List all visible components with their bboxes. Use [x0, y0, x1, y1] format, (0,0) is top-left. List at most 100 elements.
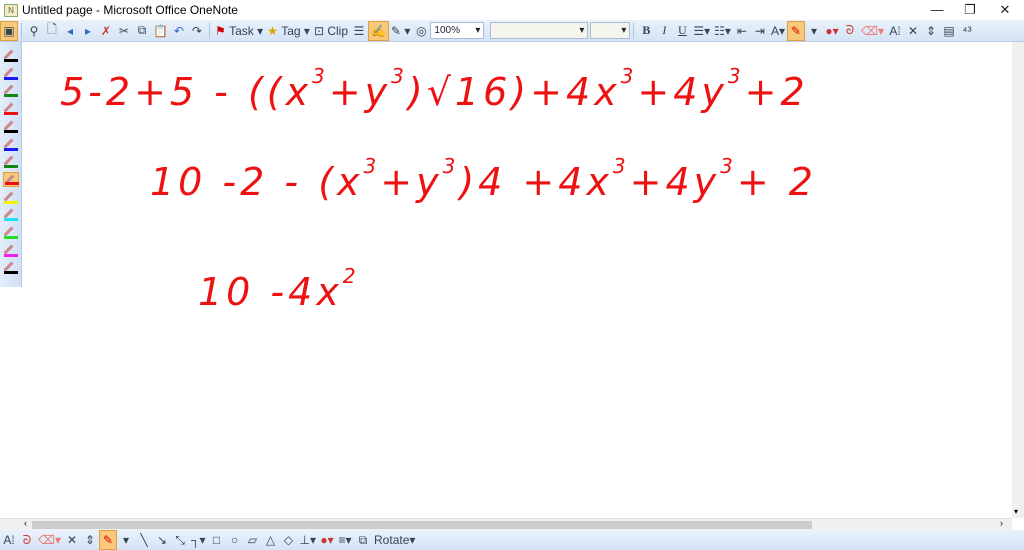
lasso-select-button[interactable]: ᘐ — [18, 530, 36, 550]
pen-4[interactable] — [3, 101, 19, 116]
font-select[interactable]: ▾ — [490, 22, 589, 39]
table-button[interactable]: ☰ — [350, 21, 368, 41]
pen-9[interactable] — [3, 190, 19, 205]
line-tool[interactable]: ╲ — [135, 530, 153, 550]
delete-page-button[interactable]: ✗ — [97, 21, 115, 41]
pen-icon — [3, 226, 14, 237]
decrease-indent-button[interactable]: ⇤ — [733, 21, 751, 41]
pen-color-swatch — [4, 76, 18, 80]
restore-button[interactable]: ❐ — [953, 0, 987, 20]
notebook-button[interactable]: ▤ — [940, 21, 958, 41]
pen-color-swatch — [4, 236, 18, 239]
rectangle-tool[interactable]: □ — [208, 530, 226, 550]
double-arrow-tool[interactable]: ⤡ — [171, 530, 189, 550]
pen-6[interactable] — [3, 137, 19, 152]
pen-icon — [3, 49, 14, 60]
pen-color-swatch — [4, 147, 18, 151]
diamond-tool[interactable]: ◇ — [280, 530, 298, 550]
pen-11[interactable] — [3, 225, 19, 240]
onenote-icon: N — [4, 3, 18, 17]
increase-indent-button[interactable]: ⇥ — [751, 21, 769, 41]
numbering-button[interactable]: ☷▾ — [712, 21, 733, 41]
underline-button[interactable]: U — [673, 21, 691, 41]
ink-mode-button[interactable]: ✍ — [368, 20, 389, 41]
insert-space-vertical-button[interactable]: ⇕ — [81, 530, 99, 550]
undo-button[interactable]: ↶ — [170, 21, 188, 41]
pen-icon — [3, 67, 14, 78]
rotate-button[interactable]: Rotate ▾ — [372, 530, 417, 550]
font-color-button[interactable]: A▾ — [769, 21, 787, 41]
tag-button[interactable]: ★ Tag ▾ — [265, 21, 312, 41]
pen-color-swatch — [4, 59, 18, 62]
flag-icon: ⚑ — [214, 23, 226, 38]
task-button[interactable]: ⚑ Task ▾ — [213, 21, 265, 41]
color-picker-button[interactable]: ●▾ — [823, 21, 841, 41]
line-weight-button[interactable]: ≡▾ — [336, 530, 354, 550]
research-button[interactable]: ◎ — [412, 21, 430, 41]
italic-button[interactable]: I — [655, 21, 673, 41]
full-page-view-button[interactable]: ▣ — [0, 20, 18, 41]
ink-line-3: 10 -4x2 — [198, 264, 360, 314]
eraser-button[interactable]: ⌫▾ — [859, 21, 886, 41]
pen-icon — [3, 244, 14, 255]
drawing-toolbar: A⁞ ᘐ ⌫▾ ✕ ⇕ ✎ ▾ ╲ ↘ ⤡ ┐▾ □ ○ ▱ △ ◇ ⊥▾ ●▾ … — [0, 530, 1024, 550]
ink-to-text-button[interactable]: ⁴³ — [958, 21, 976, 41]
horizontal-scrollbar[interactable]: ‹ › — [0, 518, 1012, 530]
pen-button[interactable]: ✎ ▾ — [389, 21, 412, 41]
forward-button[interactable]: ▸ — [79, 21, 97, 41]
zoom-select[interactable]: 100% ▾ — [430, 22, 485, 39]
eraser-button[interactable]: ⌫▾ — [36, 530, 63, 550]
bullets-button[interactable]: ☰▾ — [691, 21, 712, 41]
copy-button[interactable]: ⧉ — [133, 21, 151, 41]
pen-10[interactable] — [3, 207, 19, 222]
parallelogram-tool[interactable]: ▱ — [244, 530, 262, 550]
paste-button[interactable]: 📋 — [151, 21, 170, 41]
delete-button[interactable]: ✕ — [63, 530, 81, 550]
new-page-button[interactable]: 🗋 — [43, 21, 61, 41]
pen-icon — [3, 261, 14, 272]
pen-color-swatch — [4, 271, 18, 275]
pen-13[interactable] — [3, 260, 19, 275]
arrow-tool[interactable]: ↘ — [153, 530, 171, 550]
pen-12[interactable] — [3, 243, 19, 258]
pin-icon[interactable]: ⚲ — [25, 21, 43, 41]
graph-tool[interactable]: ⊥▾ — [298, 530, 318, 550]
insert-space-button[interactable]: A⁞ — [886, 21, 904, 41]
triangle-tool[interactable]: △ — [262, 530, 280, 550]
axis-tool[interactable]: ┐▾ — [189, 530, 208, 550]
window-title: Untitled page - Microsoft Office OneNote — [22, 3, 238, 17]
pen-color-swatch — [4, 200, 18, 204]
arrange-button[interactable]: ⧉ — [354, 530, 372, 550]
clip-label: Clip — [327, 23, 349, 38]
ellipse-tool[interactable]: ○ — [226, 530, 244, 550]
close-button[interactable]: ✕ — [988, 0, 1022, 20]
pen-icon — [3, 120, 14, 131]
standard-toolbar: ▣ ⚲ 🗋 ◂ ▸ ✗ ✂ ⧉ 📋 ↶ ↷ ⚑ Task ▾ ★ Tag ▾ ⊡… — [0, 20, 1024, 42]
horizontal-scroll-thumb[interactable] — [32, 521, 812, 529]
vertical-scrollbar[interactable]: ▾ — [1012, 42, 1024, 518]
pen-icon — [3, 208, 14, 219]
pen-3[interactable] — [3, 83, 19, 98]
insert-space-vertical-button[interactable]: ⇕ — [922, 21, 940, 41]
insert-space-button[interactable]: A⁞ — [0, 530, 18, 550]
pen-5[interactable] — [3, 119, 19, 134]
pen-button[interactable]: ✎ — [99, 530, 117, 550]
delete-button[interactable]: ✕ — [904, 21, 922, 41]
pen-2[interactable] — [3, 66, 19, 81]
back-button[interactable]: ◂ — [61, 21, 79, 41]
bold-button[interactable]: B — [637, 21, 655, 41]
cut-button[interactable]: ✂ — [115, 21, 133, 41]
pen-icon — [3, 138, 14, 148]
pen-7[interactable] — [3, 154, 19, 169]
font-size-select[interactable]: ▾ — [590, 22, 631, 39]
redo-button[interactable]: ↷ — [188, 21, 206, 41]
pen-color-button[interactable]: ✎ — [786, 20, 805, 41]
minimize-button[interactable]: — — [920, 0, 954, 20]
color-picker-button[interactable]: ●▾ — [318, 530, 336, 550]
pen-8[interactable] — [3, 171, 19, 187]
lasso-select-button[interactable]: ᘐ — [841, 21, 859, 41]
page-canvas[interactable]: 5-2+5 - ((x3+y3)√16)+4x3+4y3+2 10 -2 - (… — [22, 42, 1012, 518]
pen-color-swatch — [4, 129, 18, 133]
pen-1[interactable] — [3, 48, 19, 63]
clip-button[interactable]: ⊡ Clip — [312, 21, 350, 41]
